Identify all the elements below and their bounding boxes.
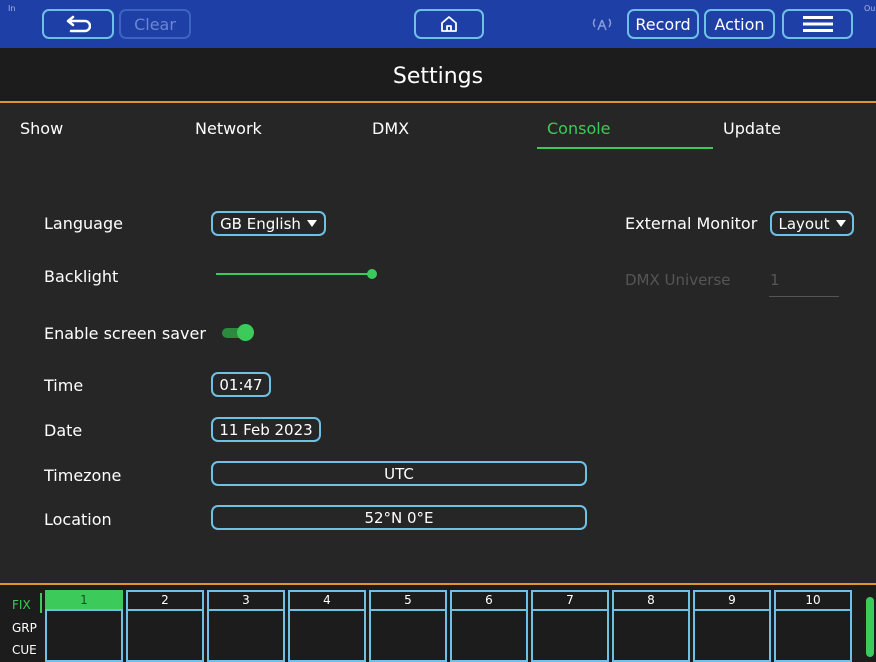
slot-number: 9: [693, 590, 771, 609]
playback-slot[interactable]: 2: [126, 590, 204, 662]
playback-slot[interactable]: 4: [288, 590, 366, 662]
language-value: GB English: [220, 214, 301, 233]
location-field[interactable]: 52°N 0°E: [211, 505, 587, 530]
date-label: Date: [44, 421, 83, 440]
timezone-field[interactable]: UTC: [211, 461, 587, 486]
mode-grp[interactable]: GRP: [12, 621, 37, 635]
external-monitor-value: Layout: [778, 214, 830, 233]
tab-network[interactable]: Network: [195, 119, 262, 138]
page-title: Settings: [392, 64, 484, 89]
back-arrow-icon: [66, 15, 91, 33]
back-button[interactable]: [42, 9, 114, 39]
time-field[interactable]: 01:47: [211, 372, 271, 397]
tab-dmx[interactable]: DMX: [372, 119, 409, 138]
timezone-label: Timezone: [44, 466, 122, 485]
external-monitor-dropdown[interactable]: Layout: [770, 211, 854, 236]
slot-number: 1: [45, 590, 123, 609]
hamburger-menu-icon: [802, 16, 833, 32]
time-label: Time: [44, 376, 84, 395]
playback-slot[interactable]: 7: [531, 590, 609, 662]
home-button[interactable]: [414, 9, 484, 39]
clear-button[interactable]: Clear: [119, 9, 191, 39]
external-monitor-label: External Monitor: [625, 214, 758, 233]
action-button[interactable]: Action: [704, 9, 775, 39]
menu-button[interactable]: [782, 9, 853, 39]
date-field[interactable]: 11 Feb 2023: [211, 417, 321, 442]
home-icon: [441, 16, 457, 32]
tab-update[interactable]: Update: [723, 119, 781, 138]
playback-slot[interactable]: 10: [774, 590, 852, 662]
playback-slot[interactable]: 9: [693, 590, 771, 662]
dmx-universe-input[interactable]: 1: [770, 271, 780, 289]
slot-body[interactable]: [450, 609, 528, 662]
screensaver-toggle-knob[interactable]: [237, 324, 254, 341]
tab-console[interactable]: Console: [547, 119, 611, 138]
slot-body[interactable]: [288, 609, 366, 662]
slot-body[interactable]: [45, 609, 123, 662]
dmx-universe-label: DMX Universe: [625, 271, 731, 289]
playback-scrollbar[interactable]: [866, 597, 874, 657]
dropdown-caret-icon: [306, 220, 317, 227]
playback-slot[interactable]: 8: [612, 590, 690, 662]
backlight-label: Backlight: [44, 267, 119, 286]
tab-show[interactable]: Show: [20, 119, 63, 138]
mode-cue[interactable]: CUE: [12, 643, 37, 657]
slot-body[interactable]: [531, 609, 609, 662]
slot-body[interactable]: [612, 609, 690, 662]
language-dropdown[interactable]: GB English: [211, 211, 326, 236]
slot-number: 8: [612, 590, 690, 609]
slot-body[interactable]: [126, 609, 204, 662]
slot-number: 2: [126, 590, 204, 609]
playback-slot[interactable]: 1: [45, 590, 123, 662]
slot-number: 4: [288, 590, 366, 609]
in-label: In: [8, 4, 16, 13]
playback-slot[interactable]: 5: [369, 590, 447, 662]
playback-slot[interactable]: 3: [207, 590, 285, 662]
backlight-slider-handle[interactable]: [367, 269, 377, 279]
slot-body[interactable]: [207, 609, 285, 662]
out-label: Ou: [864, 4, 876, 13]
slot-number: 6: [450, 590, 528, 609]
record-button[interactable]: Record: [627, 9, 699, 39]
mode-active-indicator: [40, 593, 42, 613]
slot-number: 10: [774, 590, 852, 609]
network-broadcast-icon: [591, 15, 613, 37]
playback-slot[interactable]: 6: [450, 590, 528, 662]
active-tab-indicator: [537, 147, 713, 149]
backlight-slider-track[interactable]: [216, 273, 372, 275]
screensaver-label: Enable screen saver: [44, 324, 206, 343]
slot-body[interactable]: [369, 609, 447, 662]
slot-body[interactable]: [774, 609, 852, 662]
dmx-universe-underline: [769, 296, 839, 297]
slot-number: 7: [531, 590, 609, 609]
slot-number: 5: [369, 590, 447, 609]
slot-body[interactable]: [693, 609, 771, 662]
dropdown-caret-icon: [835, 220, 846, 227]
location-label: Location: [44, 510, 112, 529]
mode-fix[interactable]: FIX: [12, 598, 31, 612]
slot-number: 3: [207, 590, 285, 609]
language-label: Language: [44, 214, 123, 233]
